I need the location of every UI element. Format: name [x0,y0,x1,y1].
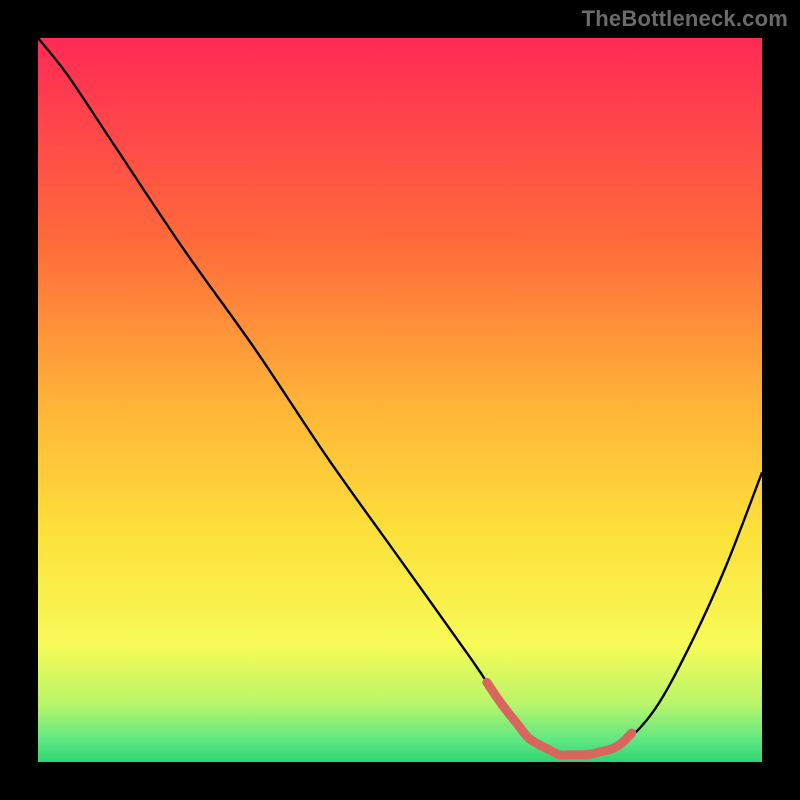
bottleneck-curve [38,38,762,762]
attribution-label: TheBottleneck.com [582,6,788,32]
plot-area [38,38,762,762]
chart-container: TheBottleneck.com [0,0,800,800]
